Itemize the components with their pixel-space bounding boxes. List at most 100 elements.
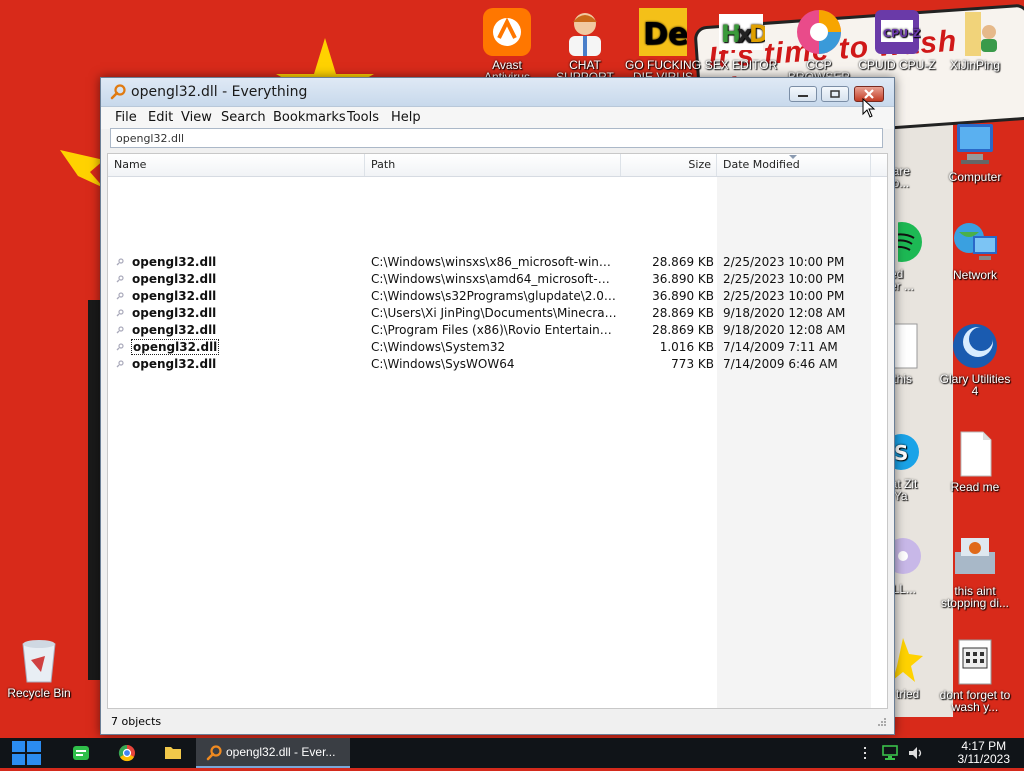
cell-path: C:\Windows\System32 bbox=[371, 340, 506, 354]
desktop-icon-network[interactable]: Network bbox=[936, 218, 1014, 281]
installer-icon bbox=[951, 534, 999, 582]
desktop-icon-xijinping[interactable]: XiJinPing bbox=[936, 8, 1014, 71]
cell-name: opengl32.dll bbox=[132, 255, 217, 269]
desktop-icon-batch[interactable]: dont forget to wash y... bbox=[936, 638, 1014, 713]
batch-file-icon bbox=[951, 638, 999, 686]
column-header-date-modified[interactable]: Date Modified bbox=[717, 154, 871, 176]
text-file-icon bbox=[951, 430, 999, 478]
table-row[interactable]: opengl32.dll C:\Windows\SysWOW64 773 KB … bbox=[108, 356, 887, 373]
desktop-icon-label: Read me bbox=[950, 480, 1000, 494]
file-icon bbox=[116, 309, 124, 317]
desktop-icon-recycle-bin[interactable]: Recycle Bin bbox=[0, 636, 78, 699]
cell-date: 9/18/2020 12:08 AM bbox=[723, 306, 846, 320]
taskbar-app-green[interactable] bbox=[68, 738, 94, 768]
file-icon bbox=[116, 275, 124, 283]
menu-view[interactable]: View bbox=[181, 110, 212, 125]
column-header-size[interactable]: Size bbox=[621, 154, 717, 176]
batch-file-icon-partial[interactable] bbox=[892, 322, 923, 370]
cell-name: opengl32.dll bbox=[132, 306, 217, 320]
glary-icon bbox=[951, 322, 999, 370]
desktop-icon-die[interactable]: De GO FUCKING DIE VIRUS bbox=[624, 8, 702, 83]
column-header-path[interactable]: Path bbox=[365, 154, 621, 176]
file-icon bbox=[116, 360, 124, 368]
desktop-icon-label: dont forget to wash y... bbox=[939, 688, 1011, 714]
table-row[interactable]: opengl32.dll C:\Windows\winsxs\amd64_mic… bbox=[108, 271, 887, 288]
table-row[interactable]: opengl32.dll C:\Program Files (x86)\Rovi… bbox=[108, 322, 887, 339]
cell-path: C:\Windows\s32Programs\glupdate\2.0\b... bbox=[371, 289, 617, 303]
resize-grip-icon[interactable] bbox=[876, 716, 886, 726]
windows-logo-icon bbox=[12, 741, 41, 765]
desktop-icon-hxd[interactable]: HxD SEX EDITOR bbox=[702, 8, 780, 71]
desktop-icon-cpuz[interactable]: CPU-Z CPUID CPU-Z bbox=[858, 8, 936, 71]
everything-window[interactable]: opengl32.dll - Everything File Edit View… bbox=[100, 77, 895, 735]
svg-text:CPU-Z: CPU-Z bbox=[883, 27, 921, 40]
menu-search[interactable]: Search bbox=[221, 110, 266, 125]
svg-text:D: D bbox=[749, 20, 765, 48]
desktop-icon-installer[interactable]: this aint stopping di... bbox=[936, 534, 1014, 609]
maximize-button[interactable] bbox=[821, 86, 849, 102]
cell-path: C:\Users\Xi JinPing\Documents\Minecraft\… bbox=[371, 306, 617, 320]
restore-icon bbox=[830, 90, 840, 98]
disc-icon-partial[interactable] bbox=[885, 534, 923, 582]
minimize-icon bbox=[798, 95, 808, 97]
desktop-icon-computer[interactable]: Computer bbox=[936, 120, 1014, 183]
title-bar[interactable]: opengl32.dll - Everything bbox=[101, 78, 894, 107]
taskbar-everything-window[interactable]: opengl32.dll - Ever... bbox=[196, 738, 350, 768]
table-row-selected[interactable]: opengl32.dll C:\Windows\System32 1.016 K… bbox=[108, 339, 887, 356]
start-button[interactable] bbox=[10, 738, 44, 768]
menu-help[interactable]: Help bbox=[391, 110, 421, 125]
decor-strip bbox=[88, 300, 100, 680]
table-row[interactable]: opengl32.dll C:\Users\Xi JinPing\Documen… bbox=[108, 305, 887, 322]
tray-overflow-button[interactable] bbox=[860, 744, 870, 762]
cell-path: C:\Program Files (x86)\Rovio Entertainme… bbox=[371, 323, 617, 337]
chat-app-icon bbox=[73, 746, 89, 760]
computer-icon bbox=[951, 120, 999, 168]
cell-path: C:\Windows\winsxs\x86_microsoft-window..… bbox=[371, 255, 617, 269]
avast-icon bbox=[483, 8, 531, 56]
tray-network[interactable] bbox=[880, 744, 900, 762]
taskbar-chrome[interactable] bbox=[114, 738, 140, 768]
desktop-icon-read-me[interactable]: Read me bbox=[936, 430, 1014, 493]
taskbar-explorer[interactable] bbox=[160, 738, 186, 768]
network-status-icon bbox=[882, 745, 898, 760]
desktop-icon-label: Computer bbox=[948, 170, 1002, 184]
taskbar-clock[interactable]: 4:17 PM 3/11/2023 bbox=[958, 740, 1011, 766]
browser-icon bbox=[795, 8, 843, 56]
cell-name: opengl32.dll bbox=[132, 272, 217, 286]
cell-name: opengl32.dll bbox=[130, 339, 220, 355]
cell-size: 1.016 KB bbox=[659, 340, 714, 354]
desktop-icon-glary[interactable]: Glary Utilities 4 bbox=[936, 322, 1014, 397]
menu-edit[interactable]: Edit bbox=[148, 110, 173, 125]
column-header-name[interactable]: Name bbox=[108, 154, 365, 176]
clock-date: 3/11/2023 bbox=[957, 752, 1011, 766]
taskbar-task-label: opengl32.dll - Ever... bbox=[226, 745, 336, 759]
results-list[interactable]: Name Path Size Date Modified opengl32.dl… bbox=[107, 153, 888, 709]
everything-search-icon bbox=[110, 84, 126, 100]
table-row[interactable]: opengl32.dll C:\Windows\winsxs\x86_micro… bbox=[108, 254, 887, 271]
cell-path: C:\Windows\winsxs\amd64_microsoft-wind..… bbox=[371, 272, 617, 286]
menu-file[interactable]: File bbox=[115, 110, 137, 125]
menu-tools[interactable]: Tools bbox=[347, 110, 379, 125]
column-header: Name Path Size Date Modified bbox=[108, 154, 887, 177]
minimize-button[interactable] bbox=[789, 86, 817, 102]
network-icon bbox=[951, 218, 999, 266]
desktop-icon-chat-support[interactable]: CHAT SUPPORT bbox=[546, 8, 624, 83]
table-row[interactable]: opengl32.dll C:\Windows\s32Programs\glup… bbox=[108, 288, 887, 305]
search-input[interactable] bbox=[110, 128, 883, 148]
spotify-icon-partial[interactable] bbox=[882, 220, 933, 268]
cell-date: 2/25/2023 10:00 PM bbox=[723, 272, 845, 286]
star-icon-partial[interactable] bbox=[893, 636, 923, 684]
desktop-icon-ccp-browser[interactable]: CCP BROWSER bbox=[780, 8, 858, 83]
tray-volume[interactable] bbox=[906, 744, 926, 762]
cell-name: opengl32.dll bbox=[132, 357, 217, 371]
skype-icon-partial[interactable]: S bbox=[883, 430, 923, 478]
menu-bookmarks[interactable]: Bookmarks bbox=[273, 110, 346, 125]
cell-date: 2/25/2023 10:00 PM bbox=[723, 289, 845, 303]
status-bar: 7 objects bbox=[107, 711, 888, 729]
cell-size: 28.869 KB bbox=[652, 323, 714, 337]
desktop-icon-avast[interactable]: Avast Antivirus bbox=[468, 8, 546, 83]
file-icon bbox=[116, 292, 124, 300]
cell-size: 36.890 KB bbox=[652, 272, 714, 286]
cell-size: 773 KB bbox=[671, 357, 714, 371]
file-icon bbox=[116, 343, 124, 351]
